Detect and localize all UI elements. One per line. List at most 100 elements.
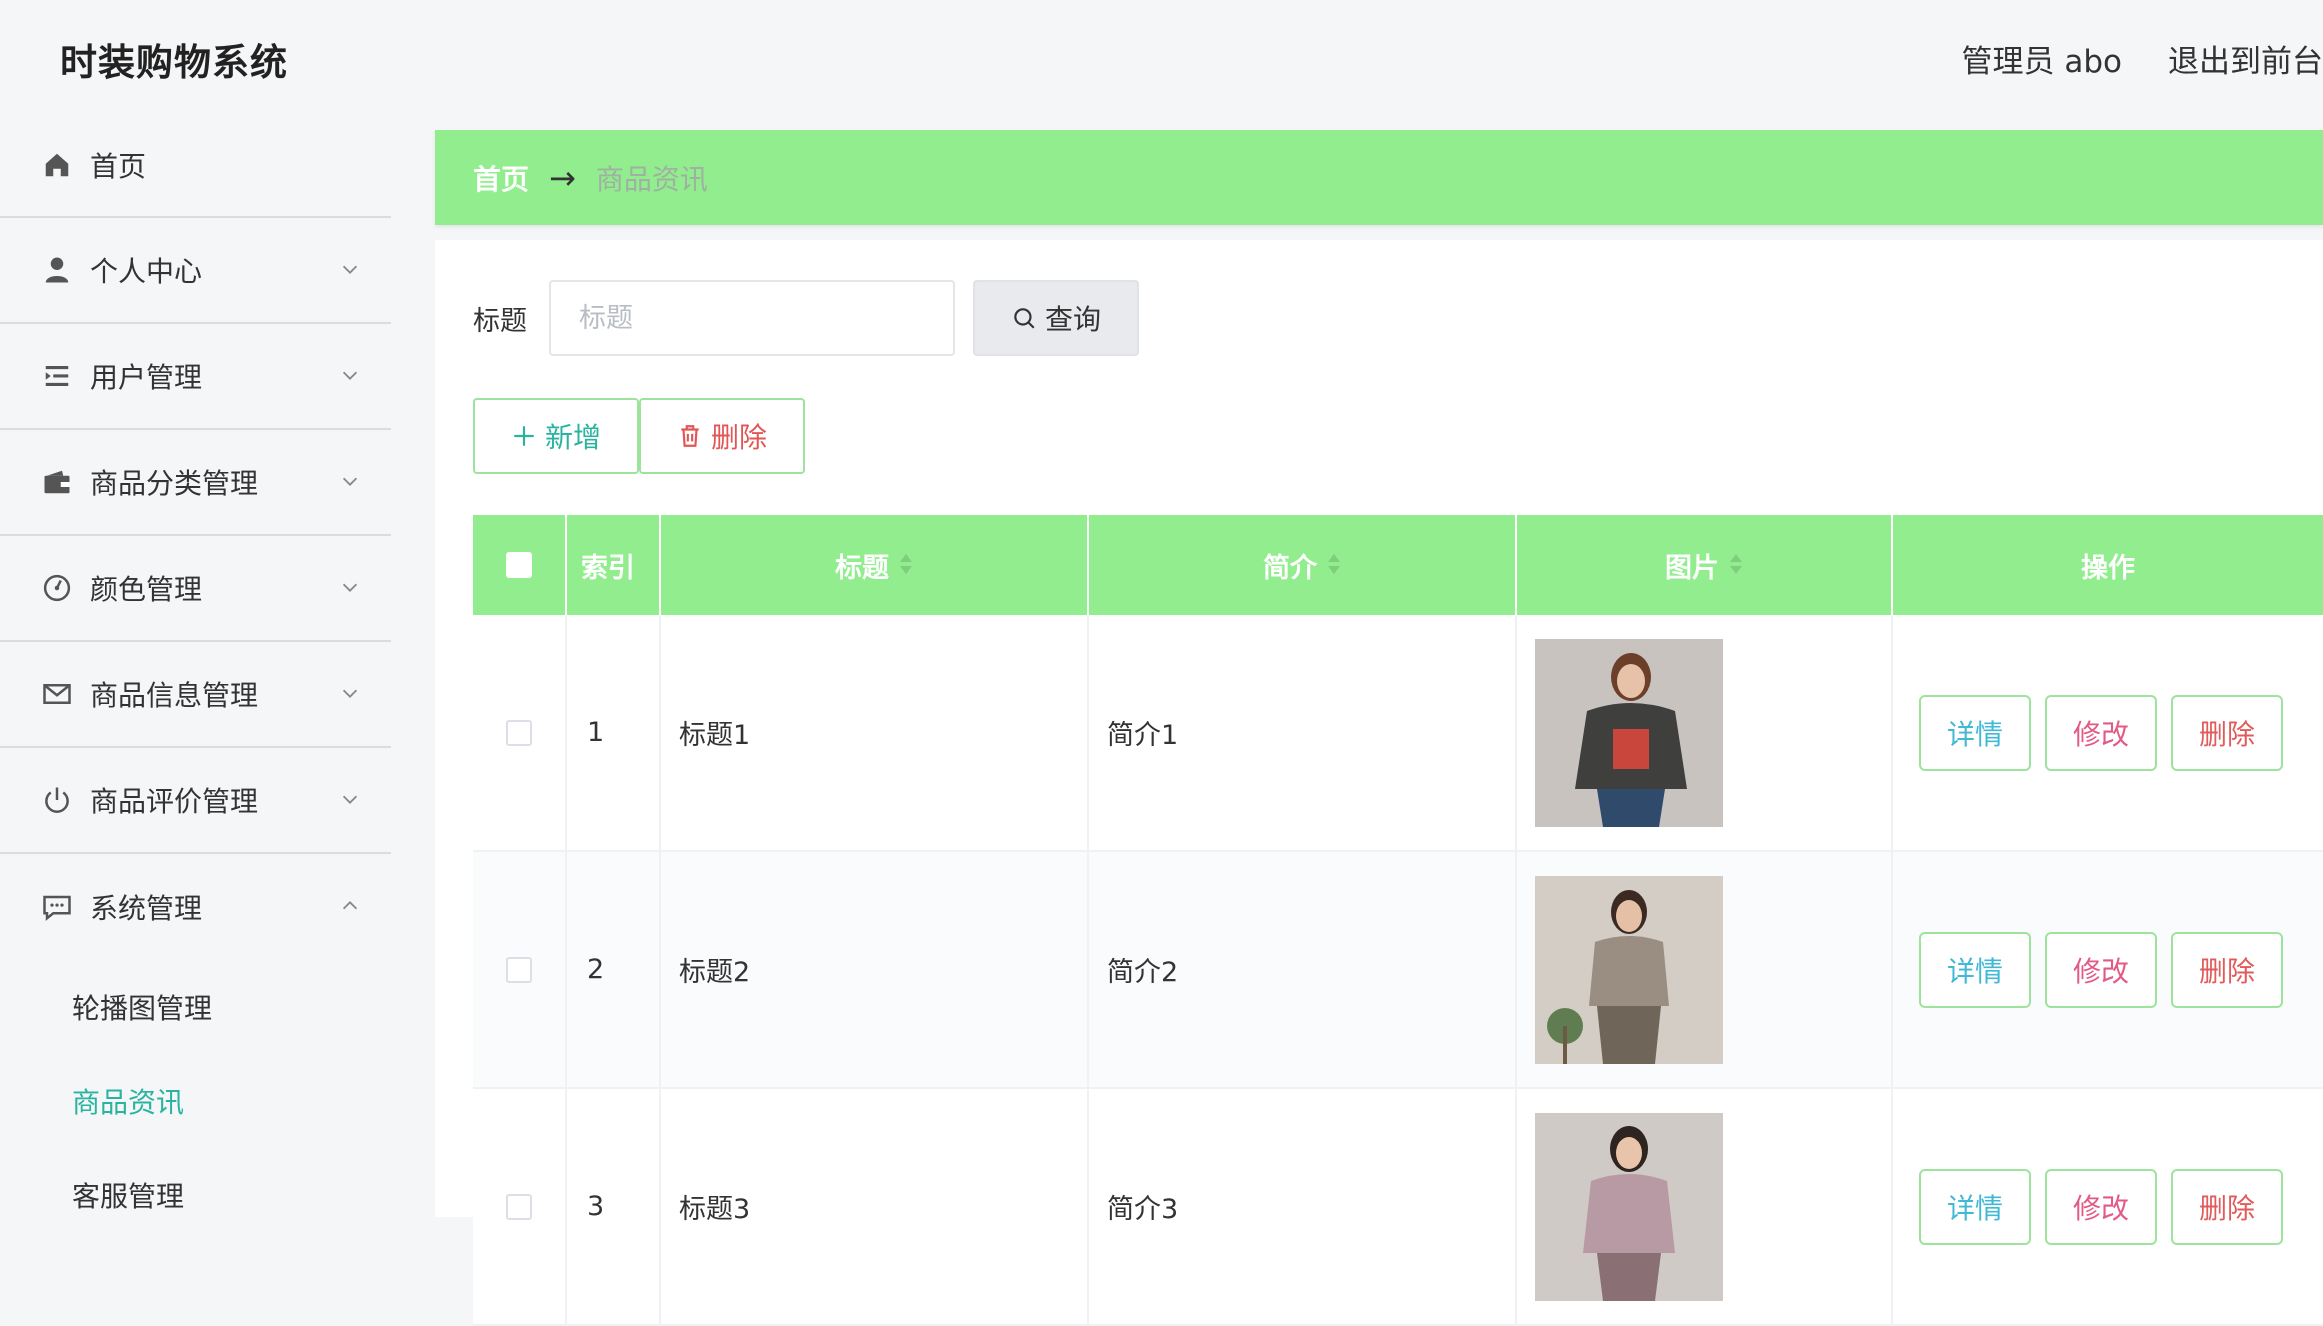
select-all-cell (473, 515, 567, 615)
header-intro-label: 简介 (1263, 546, 1317, 585)
row-checkbox[interactable] (506, 720, 532, 746)
home-icon (42, 150, 72, 180)
action-bar: 新增 删除 (473, 398, 805, 474)
table-header: 索引 标题 简介 图片 操作 (473, 515, 2323, 615)
sort-icon[interactable] (1729, 553, 1743, 577)
product-thumbnail[interactable] (1535, 639, 1723, 827)
header-image[interactable]: 图片 (1517, 515, 1893, 615)
row-index: 1 (567, 615, 661, 850)
row-check-cell (473, 1089, 567, 1324)
add-button[interactable]: 新增 (473, 398, 639, 474)
row-intro: 简介1 (1089, 615, 1517, 850)
row-ops: 详情 修改 删除 (1893, 1089, 2323, 1324)
row-index: 2 (567, 852, 661, 1087)
row-image-cell (1517, 615, 1893, 850)
chat-icon (42, 892, 72, 922)
content-panel: 标题 查询 新增 删除 索引 标题 简介 图片 (435, 240, 2323, 1217)
row-checkbox[interactable] (506, 1194, 532, 1220)
delete-row-button[interactable]: 删除 (2171, 695, 2283, 771)
sidebar: 首页 个人中心 用户管理 商品分类管理 颜色管理 商品信息管理 (0, 114, 391, 1217)
detail-button[interactable]: 详情 (1919, 1169, 2031, 1245)
row-image-cell (1517, 1089, 1893, 1324)
chevron-down-icon (339, 576, 361, 598)
header-ops-label: 操作 (2081, 546, 2135, 585)
sidebar-item-label: 商品分类管理 (90, 462, 258, 502)
sidebar-item-category-management[interactable]: 商品分类管理 (0, 430, 391, 536)
list-indent-icon (42, 361, 72, 391)
breadcrumb-current: 商品资讯 (596, 158, 708, 198)
breadcrumb-home[interactable]: 首页 (473, 158, 529, 198)
row-image-cell (1517, 852, 1893, 1087)
app-title: 时装购物系统 (60, 32, 288, 86)
detail-button[interactable]: 详情 (1919, 695, 2031, 771)
row-title: 标题1 (661, 615, 1089, 850)
chevron-down-icon (339, 788, 361, 810)
detail-button[interactable]: 详情 (1919, 932, 2031, 1008)
search-button[interactable]: 查询 (973, 280, 1139, 356)
sidebar-item-label: 商品评价管理 (90, 780, 258, 820)
sidebar-item-label: 个人中心 (90, 250, 202, 290)
sidebar-item-color-management[interactable]: 颜色管理 (0, 536, 391, 642)
power-icon (42, 785, 72, 815)
chevron-down-icon (339, 258, 361, 280)
sidebar-item-label: 首页 (90, 145, 146, 185)
delete-row-button[interactable]: 删除 (2171, 932, 2283, 1008)
header-intro[interactable]: 简介 (1089, 515, 1517, 615)
main-content: 首页 → 商品资讯 标题 查询 新增 删除 索引 (435, 130, 2323, 1217)
chevron-up-icon (339, 895, 361, 917)
wallet-icon (42, 467, 72, 497)
sidebar-item-home[interactable]: 首页 (0, 114, 391, 218)
delete-button-label: 删除 (711, 416, 767, 456)
trash-icon (677, 423, 703, 449)
submenu-item-product-news[interactable]: 商品资讯 (0, 1054, 391, 1148)
search-label: 标题 (473, 299, 527, 338)
row-ops: 详情 修改 删除 (1893, 852, 2323, 1087)
submenu-item-customer-service[interactable]: 客服管理 (0, 1148, 391, 1242)
row-checkbox[interactable] (506, 957, 532, 983)
exit-to-frontend-link[interactable]: 退出到前台 (2168, 36, 2323, 81)
gauge-icon (42, 573, 72, 603)
admin-label: 管理员 abo (1962, 36, 2123, 81)
sidebar-item-system-management[interactable]: 系统管理 (0, 854, 391, 960)
breadcrumb: 首页 → 商品资讯 (435, 130, 2323, 225)
row-title: 标题3 (661, 1089, 1089, 1324)
edit-button[interactable]: 修改 (2045, 932, 2157, 1008)
news-table: 索引 标题 简介 图片 操作 1 标题1 简介1 (473, 515, 2323, 1326)
header-index: 索引 (567, 515, 661, 615)
sidebar-item-label: 颜色管理 (90, 568, 202, 608)
sidebar-item-personal-center[interactable]: 个人中心 (0, 218, 391, 324)
header-title-label: 标题 (835, 546, 889, 585)
header-ops: 操作 (1893, 515, 2323, 615)
sidebar-item-user-management[interactable]: 用户管理 (0, 324, 391, 430)
table-row: 3 标题3 简介3 (473, 1089, 2323, 1326)
row-ops: 详情 修改 删除 (1893, 615, 2323, 850)
product-thumbnail[interactable] (1535, 876, 1723, 1064)
sidebar-item-label: 用户管理 (90, 356, 202, 396)
submenu-item-banner-management[interactable]: 轮播图管理 (0, 960, 391, 1054)
table-row: 2 标题2 简介2 (473, 852, 2323, 1089)
edit-button[interactable]: 修改 (2045, 1169, 2157, 1245)
select-all-checkbox[interactable] (506, 552, 532, 578)
row-check-cell (473, 852, 567, 1087)
user-icon (42, 255, 72, 285)
search-input[interactable] (549, 280, 955, 356)
header-title[interactable]: 标题 (661, 515, 1089, 615)
row-check-cell (473, 615, 567, 850)
sidebar-item-label: 系统管理 (90, 887, 202, 927)
delete-row-button[interactable]: 删除 (2171, 1169, 2283, 1245)
row-title: 标题2 (661, 852, 1089, 1087)
row-intro: 简介3 (1089, 1089, 1517, 1324)
chevron-down-icon (339, 470, 361, 492)
product-thumbnail[interactable] (1535, 1113, 1723, 1301)
batch-delete-button[interactable]: 删除 (639, 398, 805, 474)
sidebar-item-product-info-management[interactable]: 商品信息管理 (0, 642, 391, 748)
chevron-down-icon (339, 364, 361, 386)
sort-icon[interactable] (1327, 553, 1341, 577)
edit-button[interactable]: 修改 (2045, 695, 2157, 771)
sidebar-item-review-management[interactable]: 商品评价管理 (0, 748, 391, 854)
add-button-label: 新增 (545, 416, 601, 456)
search-button-label: 查询 (1045, 298, 1101, 338)
mail-icon (42, 679, 72, 709)
sort-icon[interactable] (899, 553, 913, 577)
row-index: 3 (567, 1089, 661, 1324)
